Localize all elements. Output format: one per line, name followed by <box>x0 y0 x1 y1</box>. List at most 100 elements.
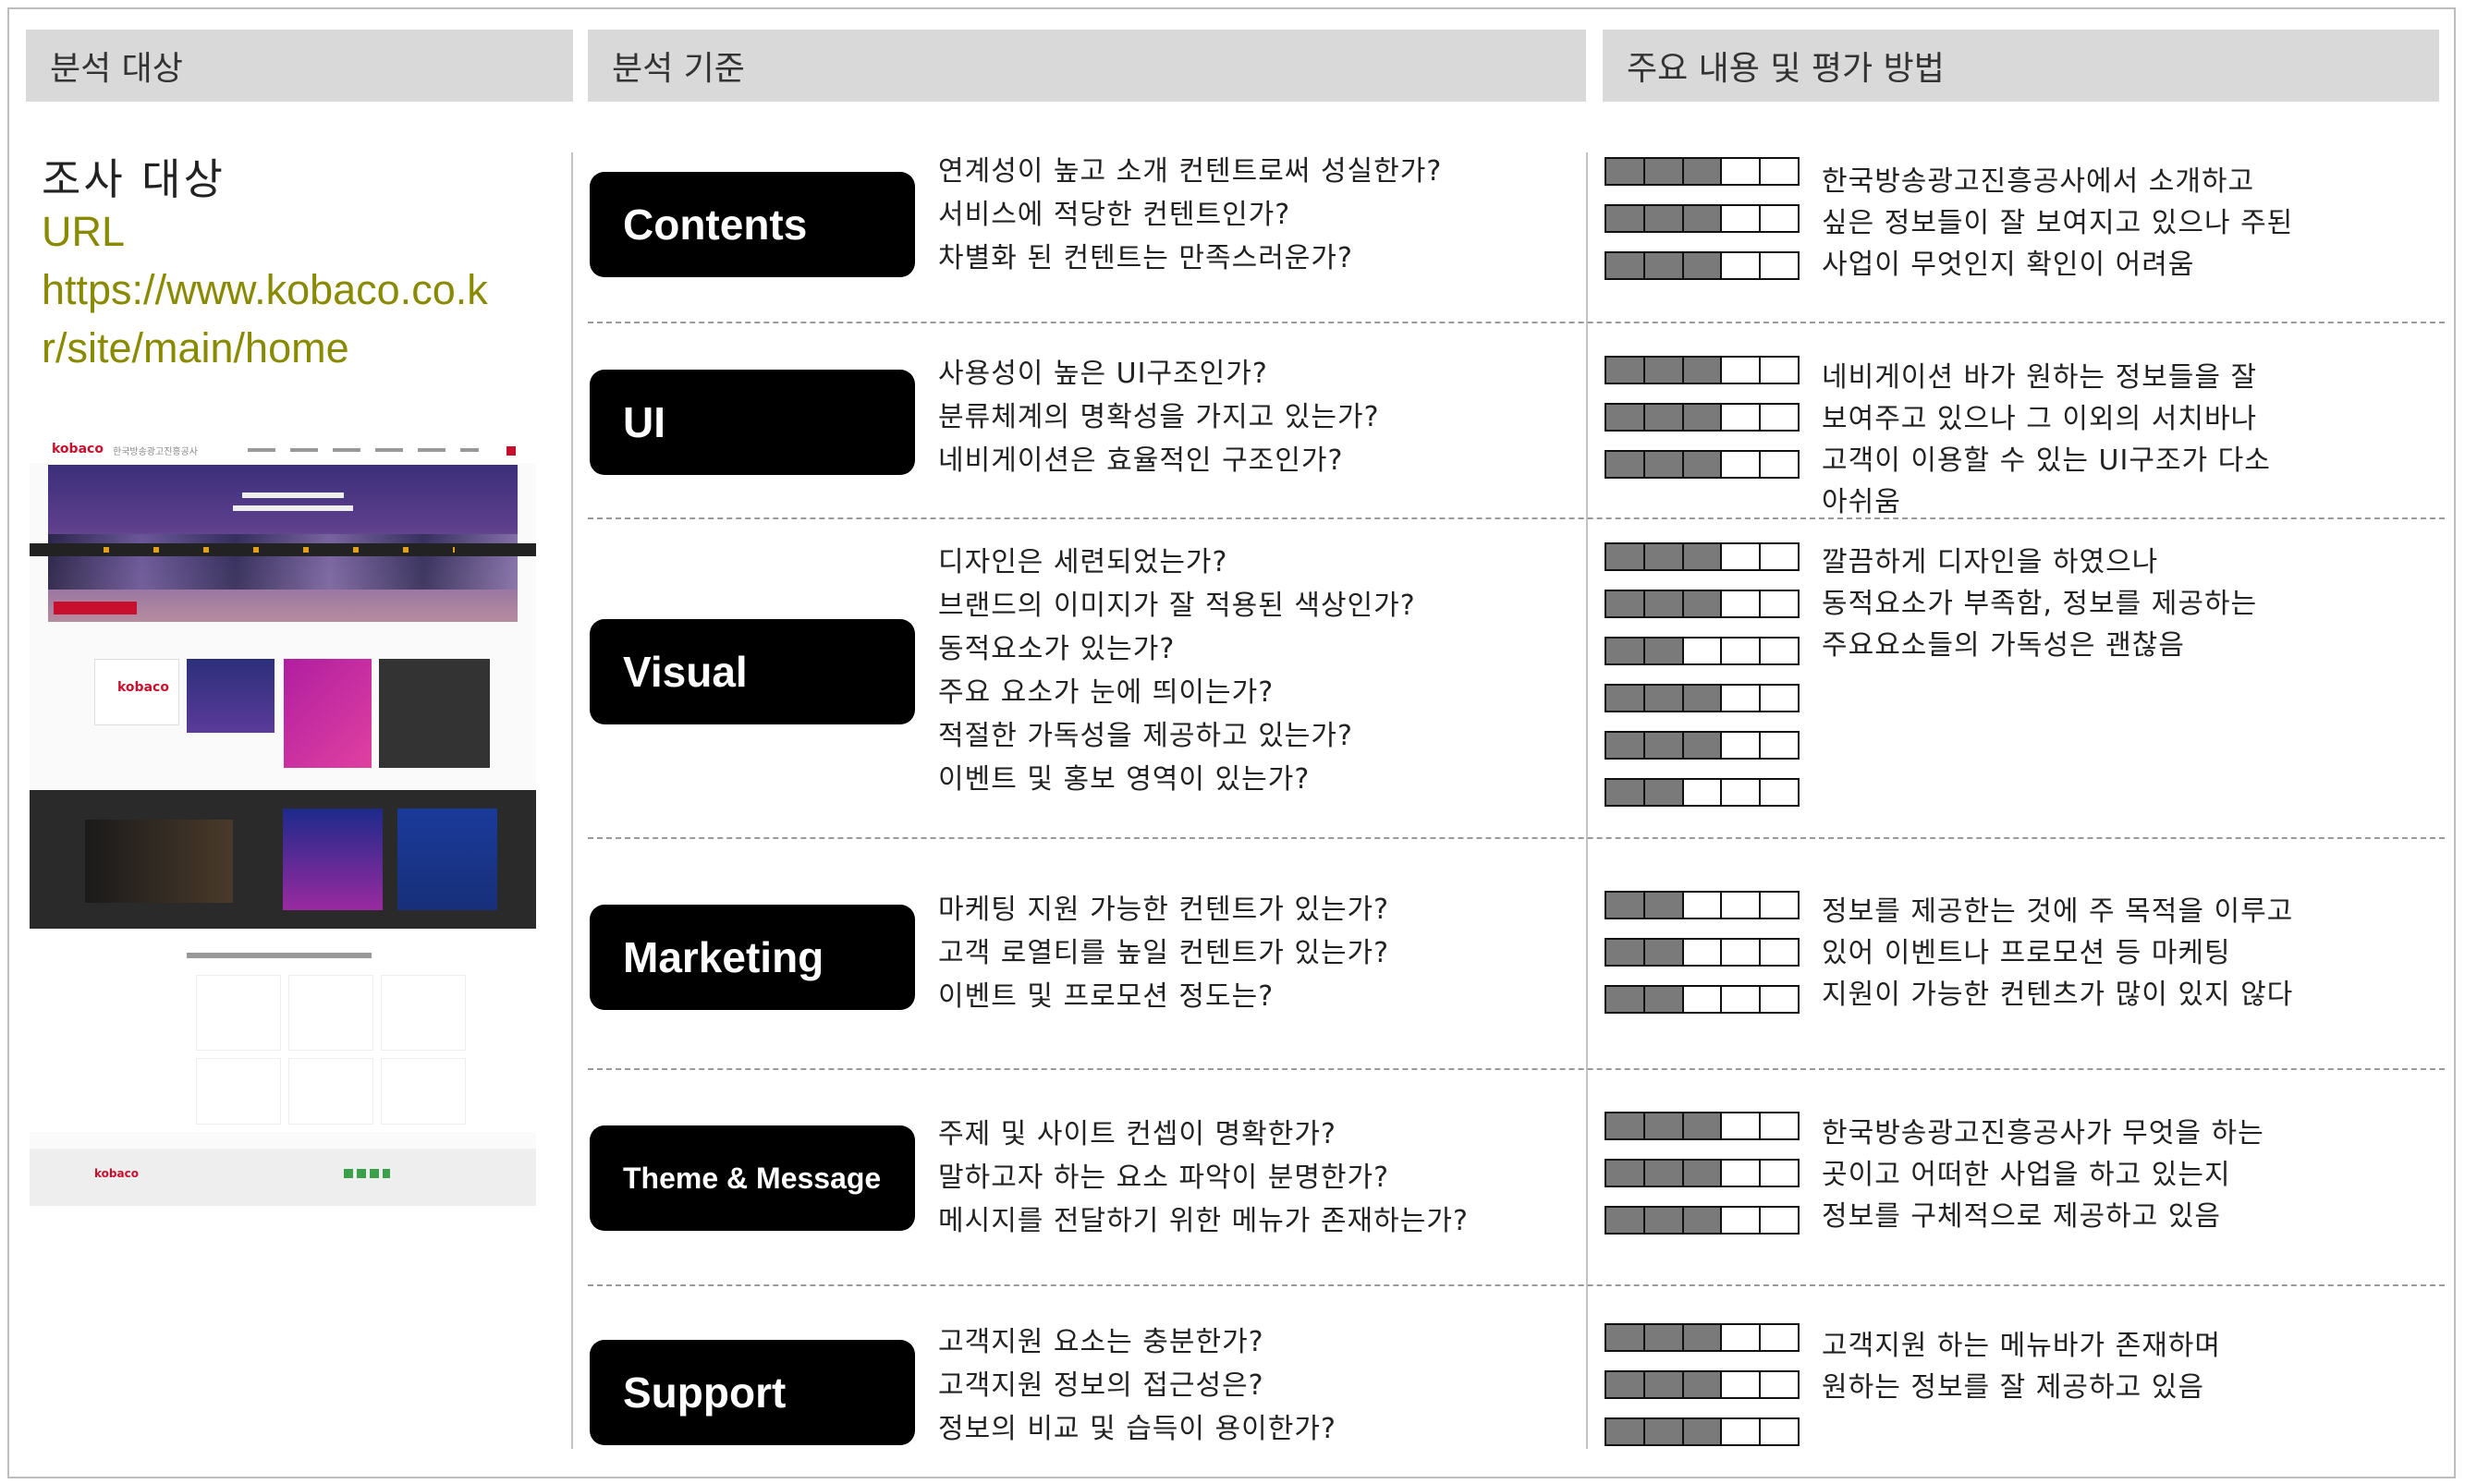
category-pill: Support <box>590 1340 915 1445</box>
header-content: 주요 내용 및 평가 방법 <box>1603 30 2439 102</box>
rating-cell-filled <box>1683 1208 1723 1233</box>
criteria-questions: 마케팅 지원 가능한 컨텐트가 있는가? 고객 로열티를 높일 컨텐트가 있는가… <box>938 888 1389 1018</box>
rating-cell-filled <box>1644 253 1684 278</box>
thumb-footer: kobaco <box>30 1149 536 1206</box>
comment-line: 보여주고 있으나 그 이외의 서치바나 <box>1822 403 2258 435</box>
criteria-question: 이벤트 및 홍보 영역이 있는가? <box>938 763 1311 796</box>
rating-bar <box>1605 731 1800 760</box>
header-target: 분석 대상 <box>26 30 573 102</box>
evaluation-comment: 정보를 제공한는 것에 주 목적을 이루고 있어 이벤트나 프로모션 등 마케팅… <box>1822 891 2293 1016</box>
criteria-question: 서비스에 적당한 컨텐트인가? <box>938 199 1291 231</box>
rating-cell-empty <box>1722 358 1762 383</box>
thumb-nav <box>248 448 479 452</box>
rating-cell-filled <box>1644 780 1684 805</box>
thumb-menu-icon <box>506 446 516 456</box>
rating-cell-empty <box>1683 639 1723 663</box>
rating-cell-empty <box>1761 159 1798 184</box>
rating-cell-empty <box>1722 987 1762 1012</box>
thumb-card <box>379 659 490 768</box>
comment-line: 한국방송광고진흥공사에서 소개하고 <box>1822 165 2255 198</box>
row-separator <box>588 837 2445 839</box>
rating-bars <box>1605 542 1800 825</box>
rating-cell-filled <box>1644 159 1684 184</box>
rating-cell-filled <box>1606 1208 1645 1233</box>
criteria-questions: 주제 및 사이트 컨셉이 명확한가? 말하고자 하는 요소 파악이 분명한가? … <box>938 1113 1469 1243</box>
comment-line: 고객이 이용할 수 있는 UI구조가 다소 <box>1822 444 2271 477</box>
criteria-question: 적절한 가독성을 제공하고 있는가? <box>938 720 1353 752</box>
rating-cell-empty <box>1761 1113 1798 1138</box>
rating-cell-empty <box>1722 159 1762 184</box>
row-separator <box>588 322 2445 323</box>
comment-line: 깔끔하게 디자인을 하였으나 <box>1822 546 2159 578</box>
thumb-service-card <box>381 1058 466 1125</box>
rating-cell-empty <box>1761 544 1798 569</box>
category-pill: Theme & Message <box>590 1125 915 1231</box>
criteria-question: 메시지를 전달하기 위한 메뉴가 존재하는가? <box>938 1205 1469 1237</box>
criteria-question: 주요 요소가 눈에 띄이는가? <box>938 676 1275 709</box>
rating-cell-empty <box>1761 780 1798 805</box>
comment-line: 네비게이션 바가 원하는 정보들을 잘 <box>1822 361 2258 394</box>
rating-cell-empty <box>1761 206 1798 231</box>
rating-bar <box>1605 1159 1800 1187</box>
rating-bar <box>1605 356 1800 384</box>
criteria-question: 연계성이 높고 소개 컨텐트로써 성실한가? <box>938 155 1443 188</box>
rating-cell-empty <box>1722 544 1762 569</box>
rating-cell-filled <box>1683 1419 1723 1444</box>
rating-cell-empty <box>1761 452 1798 477</box>
rating-cell-filled <box>1644 639 1684 663</box>
url-text[interactable]: r/site/main/home <box>42 324 349 372</box>
comment-line: 사업이 무엇인지 확인이 어려움 <box>1822 249 2195 281</box>
rating-bar <box>1605 542 1800 571</box>
criteria-question: 분류체계의 명확성을 가지고 있는가? <box>938 401 1380 433</box>
rating-cell-filled <box>1644 591 1684 616</box>
rating-cell-filled <box>1644 544 1684 569</box>
criteria-question: 고객지원 정보의 접근성은? <box>938 1369 1264 1402</box>
rating-cell-empty <box>1722 733 1762 758</box>
rating-cell-filled <box>1606 686 1645 711</box>
rating-cell-empty <box>1683 780 1723 805</box>
rating-cell-filled <box>1683 1325 1723 1350</box>
thumb-card-logo: kobaco <box>117 680 169 695</box>
rating-cell-empty <box>1722 405 1762 430</box>
rating-cell-empty <box>1683 940 1723 965</box>
thumb-card <box>284 659 372 768</box>
rating-bar <box>1605 1206 1800 1235</box>
comment-line: 한국방송광고진흥공사가 무엇을 하는 <box>1822 1117 2264 1149</box>
rating-bar <box>1605 985 1800 1014</box>
url-text[interactable]: https://www.kobaco.co.k <box>42 266 488 314</box>
rating-cell-empty <box>1761 1419 1798 1444</box>
criteria-question: 말하고자 하는 요소 파악이 분명한가? <box>938 1162 1390 1194</box>
rating-cell-filled <box>1683 253 1723 278</box>
rating-cell-empty <box>1761 405 1798 430</box>
evaluation-comment: 고객지원 하는 메뉴바가 존재하며 원하는 정보를 잘 제공하고 있음 <box>1822 1325 2221 1408</box>
rating-cell-empty <box>1722 591 1762 616</box>
criteria-questions: 고객지원 요소는 충분한가? 고객지원 정보의 접근성은? 정보의 비교 및 습… <box>938 1320 1336 1451</box>
criteria-questions: 연계성이 높고 소개 컨텐트로써 성실한가? 서비스에 적당한 컨텐트인가? 차… <box>938 150 1442 280</box>
rating-cell-filled <box>1683 159 1723 184</box>
rating-cell-empty <box>1761 940 1798 965</box>
thumb-quick-icons <box>104 547 455 553</box>
rating-cell-empty <box>1722 780 1762 805</box>
comment-line: 곳이고 어떠한 사업을 하고 있는지 <box>1822 1159 2231 1191</box>
criteria-question: 이벤트 및 프로모션 정도는? <box>938 980 1275 1013</box>
category-pill: UI <box>590 370 915 475</box>
rating-bar <box>1605 403 1800 432</box>
rating-cell-filled <box>1644 987 1684 1012</box>
header-criteria: 분석 기준 <box>588 30 1586 102</box>
rating-cell-filled <box>1606 780 1645 805</box>
thumb-service-card <box>288 975 373 1051</box>
rating-cell-empty <box>1722 1208 1762 1233</box>
thumb-footer-logo: kobaco <box>94 1167 139 1180</box>
rating-cell-filled <box>1606 987 1645 1012</box>
rating-cell-filled <box>1644 206 1684 231</box>
rating-cell-filled <box>1606 1372 1645 1397</box>
rating-cell-filled <box>1644 940 1684 965</box>
subject-title: 조사 대상 <box>42 154 226 204</box>
rating-cell-filled <box>1606 159 1645 184</box>
rating-cell-empty <box>1761 893 1798 918</box>
criteria-question: 디자인은 세련되었는가? <box>938 546 1228 578</box>
rating-cell-filled <box>1683 452 1723 477</box>
rating-cell-empty <box>1761 686 1798 711</box>
rating-cell-empty <box>1761 1325 1798 1350</box>
thumb-card: kobaco <box>94 659 179 725</box>
